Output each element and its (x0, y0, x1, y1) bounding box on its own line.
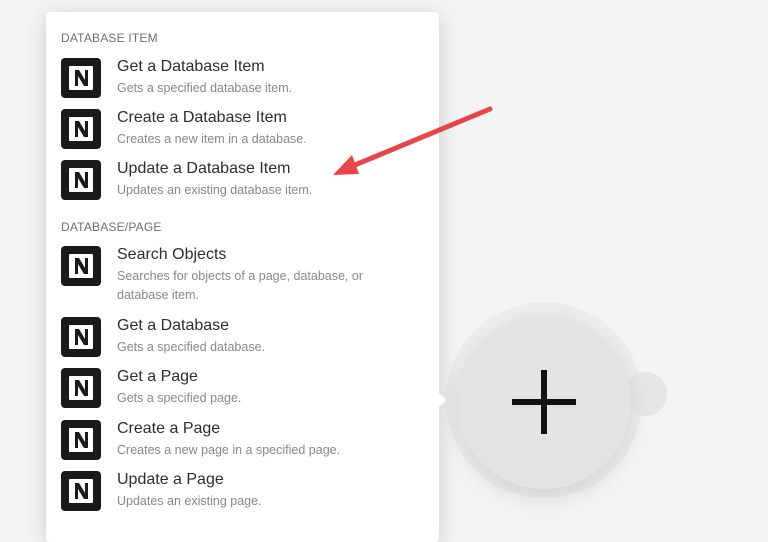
red-arrow-icon (333, 106, 493, 175)
